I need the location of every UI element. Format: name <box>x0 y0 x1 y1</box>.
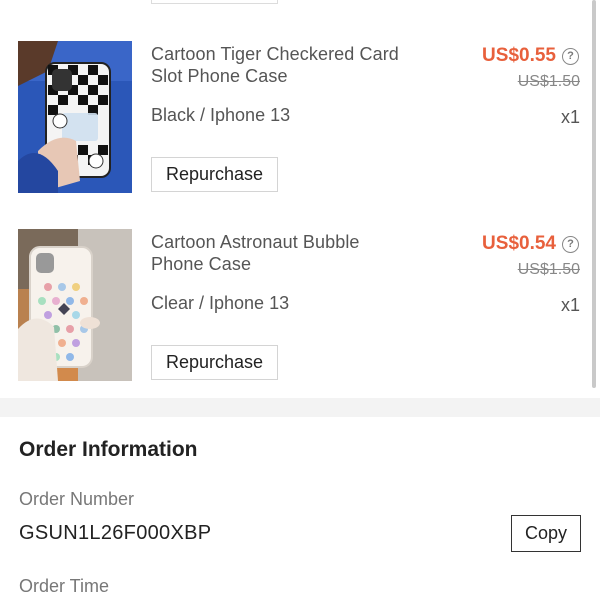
order-number-label: Order Number <box>19 489 135 509</box>
quantity: x1 <box>560 107 580 127</box>
product-variant: Clear / Iphone 13 <box>151 293 290 313</box>
sale-price: US$0.55 <box>482 45 556 66</box>
product-image-astronaut-case[interactable] <box>18 229 132 381</box>
section-divider <box>0 398 600 417</box>
order-item: Cartoon Astronaut Bubble Phone Case Clea… <box>0 228 600 398</box>
order-time-label: Order Time <box>19 576 110 596</box>
repurchase-button[interactable]: Repurchase <box>151 157 278 192</box>
sale-price: US$0.54 <box>482 233 556 254</box>
product-variant: Black / Iphone 13 <box>151 105 291 125</box>
order-information-title: Order Information <box>19 438 198 461</box>
copy-button[interactable]: Copy <box>511 515 581 552</box>
product-image-tiger-case[interactable] <box>18 41 132 193</box>
quantity: x1 <box>560 295 580 315</box>
order-number-value: GSUN1L26F000XBP <box>19 522 212 544</box>
repurchase-button[interactable]: Repurchase <box>151 345 278 380</box>
product-title[interactable]: Cartoon Astronaut Bubble Phone Case <box>151 231 411 275</box>
original-price: US$1.50 <box>517 73 580 90</box>
order-item: Cartoon Tiger Checkered Card Slot Phone … <box>0 40 600 210</box>
question-circle-icon[interactable]: ? <box>562 48 579 65</box>
product-title[interactable]: Cartoon Tiger Checkered Card Slot Phone … <box>151 43 411 87</box>
previous-repurchase-button[interactable] <box>151 0 278 4</box>
scrollbar[interactable] <box>592 0 596 388</box>
question-circle-icon[interactable]: ? <box>562 236 579 253</box>
original-price: US$1.50 <box>517 261 580 278</box>
